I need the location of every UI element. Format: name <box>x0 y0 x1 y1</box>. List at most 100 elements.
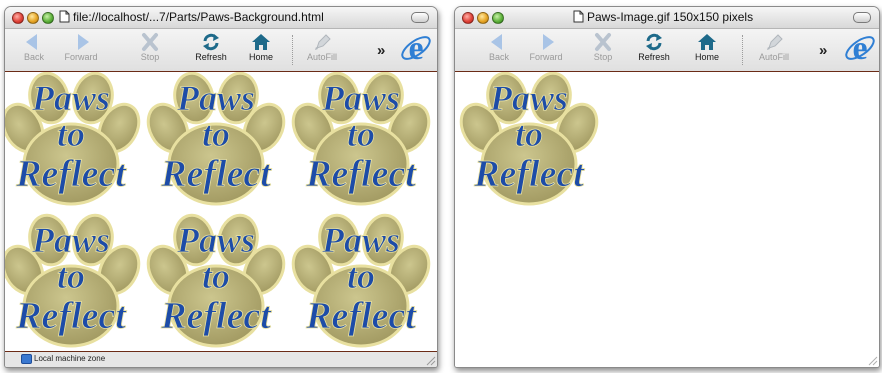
close-button[interactable] <box>12 12 24 24</box>
minimize-button[interactable] <box>477 12 489 24</box>
pencil-icon <box>767 34 783 50</box>
stop-button[interactable]: Stop <box>585 32 621 63</box>
paw-tile: Paws to Reflect <box>5 72 141 210</box>
back-button[interactable]: Back <box>11 32 57 63</box>
paw-text-line2: to <box>347 256 375 296</box>
paw-text-line3: Reflect <box>473 153 585 195</box>
page-content-image: Paws to Reflect <box>455 72 879 367</box>
stop-label: Stop <box>593 52 613 62</box>
paw-text-line1: Paws <box>321 220 400 260</box>
toolbar-overflow-button[interactable]: » <box>377 42 385 59</box>
home-label: Home <box>248 52 273 62</box>
paw-tile: Paws to Reflect <box>146 212 286 352</box>
arrow-left-icon <box>26 34 37 50</box>
zone-icon <box>21 354 32 364</box>
browser-window-paws-image: Paws-Image.gif 150x150 pixels Back Forwa… <box>454 6 880 368</box>
autofill-button[interactable]: AutoFill <box>751 32 797 63</box>
status-text: Local machine zone <box>34 354 106 363</box>
svg-text:e: e <box>408 31 423 65</box>
arrow-right-icon <box>543 34 554 50</box>
refresh-button[interactable]: Refresh <box>631 32 677 63</box>
resize-grip-icon[interactable] <box>867 355 878 366</box>
zoom-button[interactable] <box>492 12 504 24</box>
paw-text-line2: to <box>202 114 230 154</box>
forward-label: Forward <box>529 52 563 62</box>
home-label: Home <box>694 52 719 62</box>
forward-label: Forward <box>64 52 98 62</box>
home-button[interactable]: Home <box>241 32 281 63</box>
arrow-left-icon <box>491 34 502 50</box>
paw-tile: Paws to Reflect <box>291 72 431 210</box>
x-icon <box>595 33 611 51</box>
forward-button[interactable]: Forward <box>523 32 569 63</box>
paw-text-line1: Paws <box>31 78 110 118</box>
arrow-right-icon <box>78 34 89 50</box>
title-bar[interactable]: Paws-Image.gif 150x150 pixels <box>455 7 879 29</box>
home-button[interactable]: Home <box>687 32 727 63</box>
svg-text:e: e <box>852 31 867 65</box>
circular-arrows-icon <box>203 33 219 51</box>
paw-tile: Paws to Reflect <box>291 212 431 352</box>
paw-tile: Paws to Reflect <box>146 72 286 210</box>
autofill-label: AutoFill <box>306 52 337 62</box>
window-title-text: Paws-Image.gif 150x150 pixels <box>587 10 754 24</box>
back-label: Back <box>23 52 44 62</box>
close-button[interactable] <box>462 12 474 24</box>
paw-text-line3: Reflect <box>15 295 127 337</box>
toolbar-separator <box>742 35 743 65</box>
refresh-button[interactable]: Refresh <box>188 32 234 63</box>
paw-text-line1: Paws <box>176 78 255 118</box>
autofill-label: AutoFill <box>758 52 789 62</box>
paw-text-line2: to <box>515 114 543 154</box>
stop-label: Stop <box>140 52 160 62</box>
toolbar-overflow-button[interactable]: » <box>819 42 827 59</box>
resize-grip-icon[interactable] <box>425 355 436 366</box>
house-icon <box>252 34 270 50</box>
back-label: Back <box>488 52 509 62</box>
paw-text-line1: Paws <box>176 220 255 260</box>
paw-text-line2: to <box>347 114 375 154</box>
zoom-button[interactable] <box>42 12 54 24</box>
toolbar-toggle-button[interactable] <box>411 12 429 23</box>
paw-text-line2: to <box>202 256 230 296</box>
toolbar: Back Forward Stop Refresh Home AutoFill … <box>5 29 437 73</box>
paw-text-line2: to <box>57 256 85 296</box>
paw-tile: Paws to Reflect <box>5 212 141 352</box>
internet-explorer-logo[interactable]: e <box>399 31 433 65</box>
toolbar: Back Forward Stop Refresh Home AutoFill … <box>455 29 879 73</box>
paw-image: Paws to Reflect <box>459 72 599 210</box>
window-controls <box>462 11 507 29</box>
browser-window-paws-background: file://localhost/...7/Parts/Paws-Backgro… <box>4 6 438 368</box>
toolbar-toggle-button[interactable] <box>853 12 871 23</box>
toolbar-separator <box>292 35 293 65</box>
window-title: Paws-Image.gif 150x150 pixels <box>573 10 753 24</box>
paw-text-line3: Reflect <box>160 153 272 195</box>
document-icon <box>59 10 70 23</box>
x-icon <box>142 33 158 51</box>
back-button[interactable]: Back <box>476 32 522 63</box>
autofill-button[interactable]: AutoFill <box>299 32 345 63</box>
internet-explorer-logo[interactable]: e <box>843 31 877 65</box>
paw-text-line2: to <box>57 114 85 154</box>
forward-button[interactable]: Forward <box>58 32 104 63</box>
paw-text-line3: Reflect <box>15 153 127 195</box>
status-bar: Local machine zone <box>5 351 437 367</box>
window-controls <box>12 11 57 29</box>
window-title-text: file://localhost/...7/Parts/Paws-Backgro… <box>73 10 324 24</box>
pencil-icon <box>315 34 331 50</box>
circular-arrows-icon <box>646 33 662 51</box>
refresh-label: Refresh <box>638 52 670 62</box>
house-icon <box>698 34 716 50</box>
minimize-button[interactable] <box>27 12 39 24</box>
paw-text-line1: Paws <box>321 78 400 118</box>
paw-text-line3: Reflect <box>305 153 417 195</box>
stop-button[interactable]: Stop <box>133 32 167 63</box>
refresh-label: Refresh <box>195 52 227 62</box>
paw-text-line3: Reflect <box>160 295 272 337</box>
paw-text-line1: Paws <box>489 78 568 118</box>
document-icon <box>573 10 584 23</box>
title-bar[interactable]: file://localhost/...7/Parts/Paws-Backgro… <box>5 7 437 29</box>
window-title: file://localhost/...7/Parts/Paws-Backgro… <box>59 10 324 24</box>
paw-text-line3: Reflect <box>305 295 417 337</box>
paw-text-line1: Paws <box>31 220 110 260</box>
